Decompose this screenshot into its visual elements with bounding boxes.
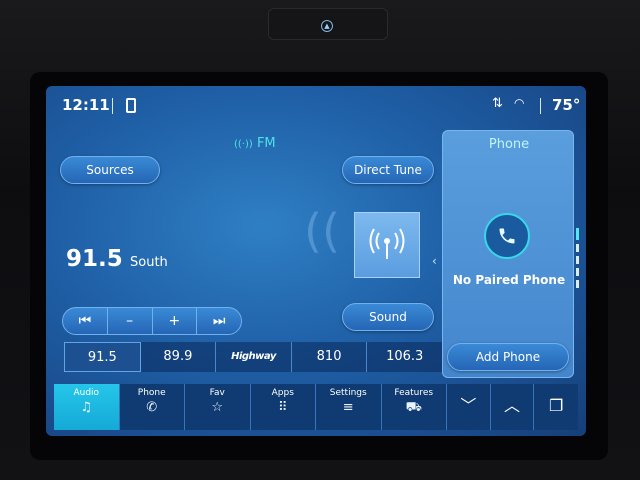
chevron-up-icon: ︿ bbox=[504, 396, 521, 415]
seek-forward-button[interactable]: ⏭ bbox=[197, 308, 241, 334]
nav-features[interactable]: Features ⛟ bbox=[382, 384, 447, 430]
tuner-controls: ⏮ – + ⏭ bbox=[62, 307, 242, 335]
nav-label: Apps bbox=[271, 388, 294, 398]
nav-label: Fav bbox=[209, 388, 225, 398]
preset-item[interactable]: Highway bbox=[216, 342, 292, 372]
nav-audio[interactable]: Audio ♫ bbox=[54, 384, 120, 430]
divider bbox=[540, 98, 541, 114]
preset-item[interactable]: 810 bbox=[292, 342, 368, 372]
infotainment-screen: 12:11 ⇅ ◠ 75° ((·)) FM Sources Direct Tu… bbox=[46, 86, 586, 436]
preset-item[interactable]: 89.9 bbox=[141, 342, 217, 372]
bottom-nav: Audio ♫ Phone ✆ Fav ☆ Apps ⠿ Settings ≡ … bbox=[54, 384, 578, 430]
band-label: FM bbox=[256, 136, 276, 151]
status-bar: 12:11 ⇅ ◠ 75° bbox=[46, 86, 586, 126]
phone-status-icon bbox=[126, 98, 136, 113]
direct-tune-button[interactable]: Direct Tune bbox=[342, 156, 434, 184]
station-name: South bbox=[130, 255, 168, 270]
nav-label: Features bbox=[394, 388, 434, 398]
tune-up-button[interactable]: + bbox=[153, 308, 198, 334]
radio-wave-graphic: (( bbox=[304, 204, 340, 258]
tune-down-button[interactable]: – bbox=[108, 308, 153, 334]
top-control-knob: ▲ bbox=[268, 8, 388, 40]
hazard-icon: ▲ bbox=[321, 20, 333, 32]
scrollbar[interactable] bbox=[576, 228, 580, 292]
scroll-tick bbox=[576, 280, 579, 288]
clock: 12:11 bbox=[62, 96, 110, 114]
nav-settings[interactable]: Settings ≡ bbox=[316, 384, 382, 430]
sources-button[interactable]: Sources bbox=[60, 156, 160, 184]
preset-bar: 91.5 89.9 Highway 810 106.3 bbox=[64, 342, 442, 372]
nav-label: Settings bbox=[329, 388, 367, 398]
settings-sliders-icon: ≡ bbox=[342, 400, 354, 415]
nav-phone[interactable]: Phone ✆ bbox=[120, 384, 185, 430]
scroll-tick bbox=[576, 256, 579, 264]
multitask-icon: ❐ bbox=[549, 396, 564, 415]
scrollbar-thumb[interactable] bbox=[576, 228, 579, 240]
data-transfer-icon: ⇅ bbox=[492, 96, 503, 111]
nav-fav[interactable]: Fav ☆ bbox=[185, 384, 251, 430]
add-phone-button[interactable]: Add Phone bbox=[447, 343, 569, 371]
nav-label: Audio bbox=[73, 388, 100, 398]
phone-panel-title: Phone bbox=[488, 137, 530, 152]
antenna-icon: ((·)) bbox=[234, 139, 253, 150]
nav-label: Phone bbox=[137, 388, 166, 398]
outside-temperature: 75° bbox=[552, 96, 581, 114]
scroll-tick bbox=[576, 268, 579, 276]
truck-icon: ⛟ bbox=[405, 400, 422, 415]
phone-call-icon[interactable] bbox=[484, 213, 530, 259]
divider bbox=[112, 98, 113, 114]
station-art bbox=[354, 212, 420, 278]
music-note-icon: ♫ bbox=[80, 400, 93, 415]
phone-icon: ✆ bbox=[146, 400, 158, 415]
phone-panel: Phone No Paired Phone Add Phone bbox=[442, 130, 574, 378]
radio-tower-icon bbox=[369, 228, 405, 259]
chevron-down-icon: ﹀ bbox=[460, 396, 477, 415]
chevron-up-button[interactable]: ︿ bbox=[491, 384, 535, 430]
apps-grid-icon: ⠿ bbox=[277, 400, 288, 415]
chevron-left-icon[interactable]: ‹ bbox=[432, 254, 437, 268]
preset-item[interactable]: 106.3 bbox=[367, 342, 442, 372]
nav-apps[interactable]: Apps ⠿ bbox=[251, 384, 316, 430]
sound-button[interactable]: Sound bbox=[342, 303, 434, 331]
source-indicator: ((·)) FM bbox=[234, 136, 276, 151]
wifi-icon: ◠ bbox=[514, 96, 525, 110]
multitask-button[interactable]: ❐ bbox=[534, 384, 578, 430]
star-icon: ☆ bbox=[211, 400, 224, 415]
preset-item[interactable]: 91.5 bbox=[64, 342, 141, 372]
chevron-down-button[interactable]: ﹀ bbox=[447, 384, 491, 430]
station-frequency: 91.5 bbox=[66, 246, 123, 272]
seek-back-button[interactable]: ⏮ bbox=[63, 308, 108, 334]
phone-status: No Paired Phone bbox=[452, 273, 566, 287]
scroll-tick bbox=[576, 244, 579, 252]
